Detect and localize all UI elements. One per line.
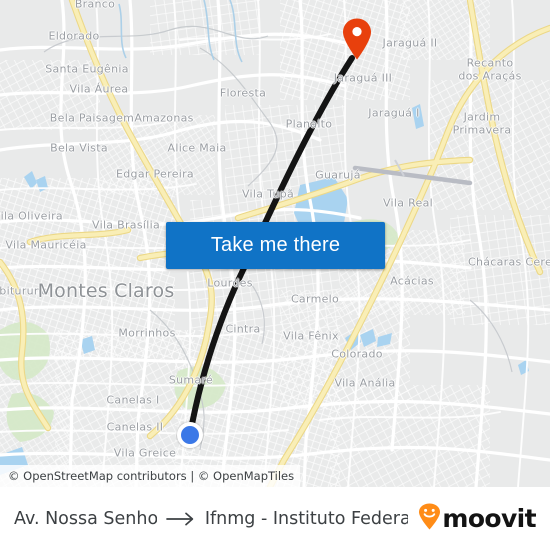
route-destination-label: Ifnmg - Instituto Federal Do ... (204, 508, 409, 529)
bottom-bar: Av. Nossa Senhora ... Ifnmg - Instituto … (0, 487, 550, 550)
origin-dot-icon (177, 422, 203, 448)
moovit-pin-icon (418, 503, 441, 535)
arrow-right-icon (165, 511, 196, 527)
moovit-wordmark: moovit (442, 504, 536, 533)
map-canvas[interactable]: Branco Eldorado Santa Eugênia Vila Áurea Flo… (0, 0, 550, 487)
map-attribution: © OpenStreetMap contributors | © OpenMap… (0, 465, 301, 487)
moovit-route-screen: Branco Eldorado Santa Eugênia Vila Áurea Flo… (0, 0, 550, 550)
route-origin-label: Av. Nossa Senhora ... (14, 508, 157, 529)
take-me-there-button[interactable]: Take me there (166, 222, 385, 269)
moovit-logo[interactable]: moovit (418, 503, 537, 535)
route-summary[interactable]: Av. Nossa Senhora ... Ifnmg - Instituto … (14, 509, 408, 529)
